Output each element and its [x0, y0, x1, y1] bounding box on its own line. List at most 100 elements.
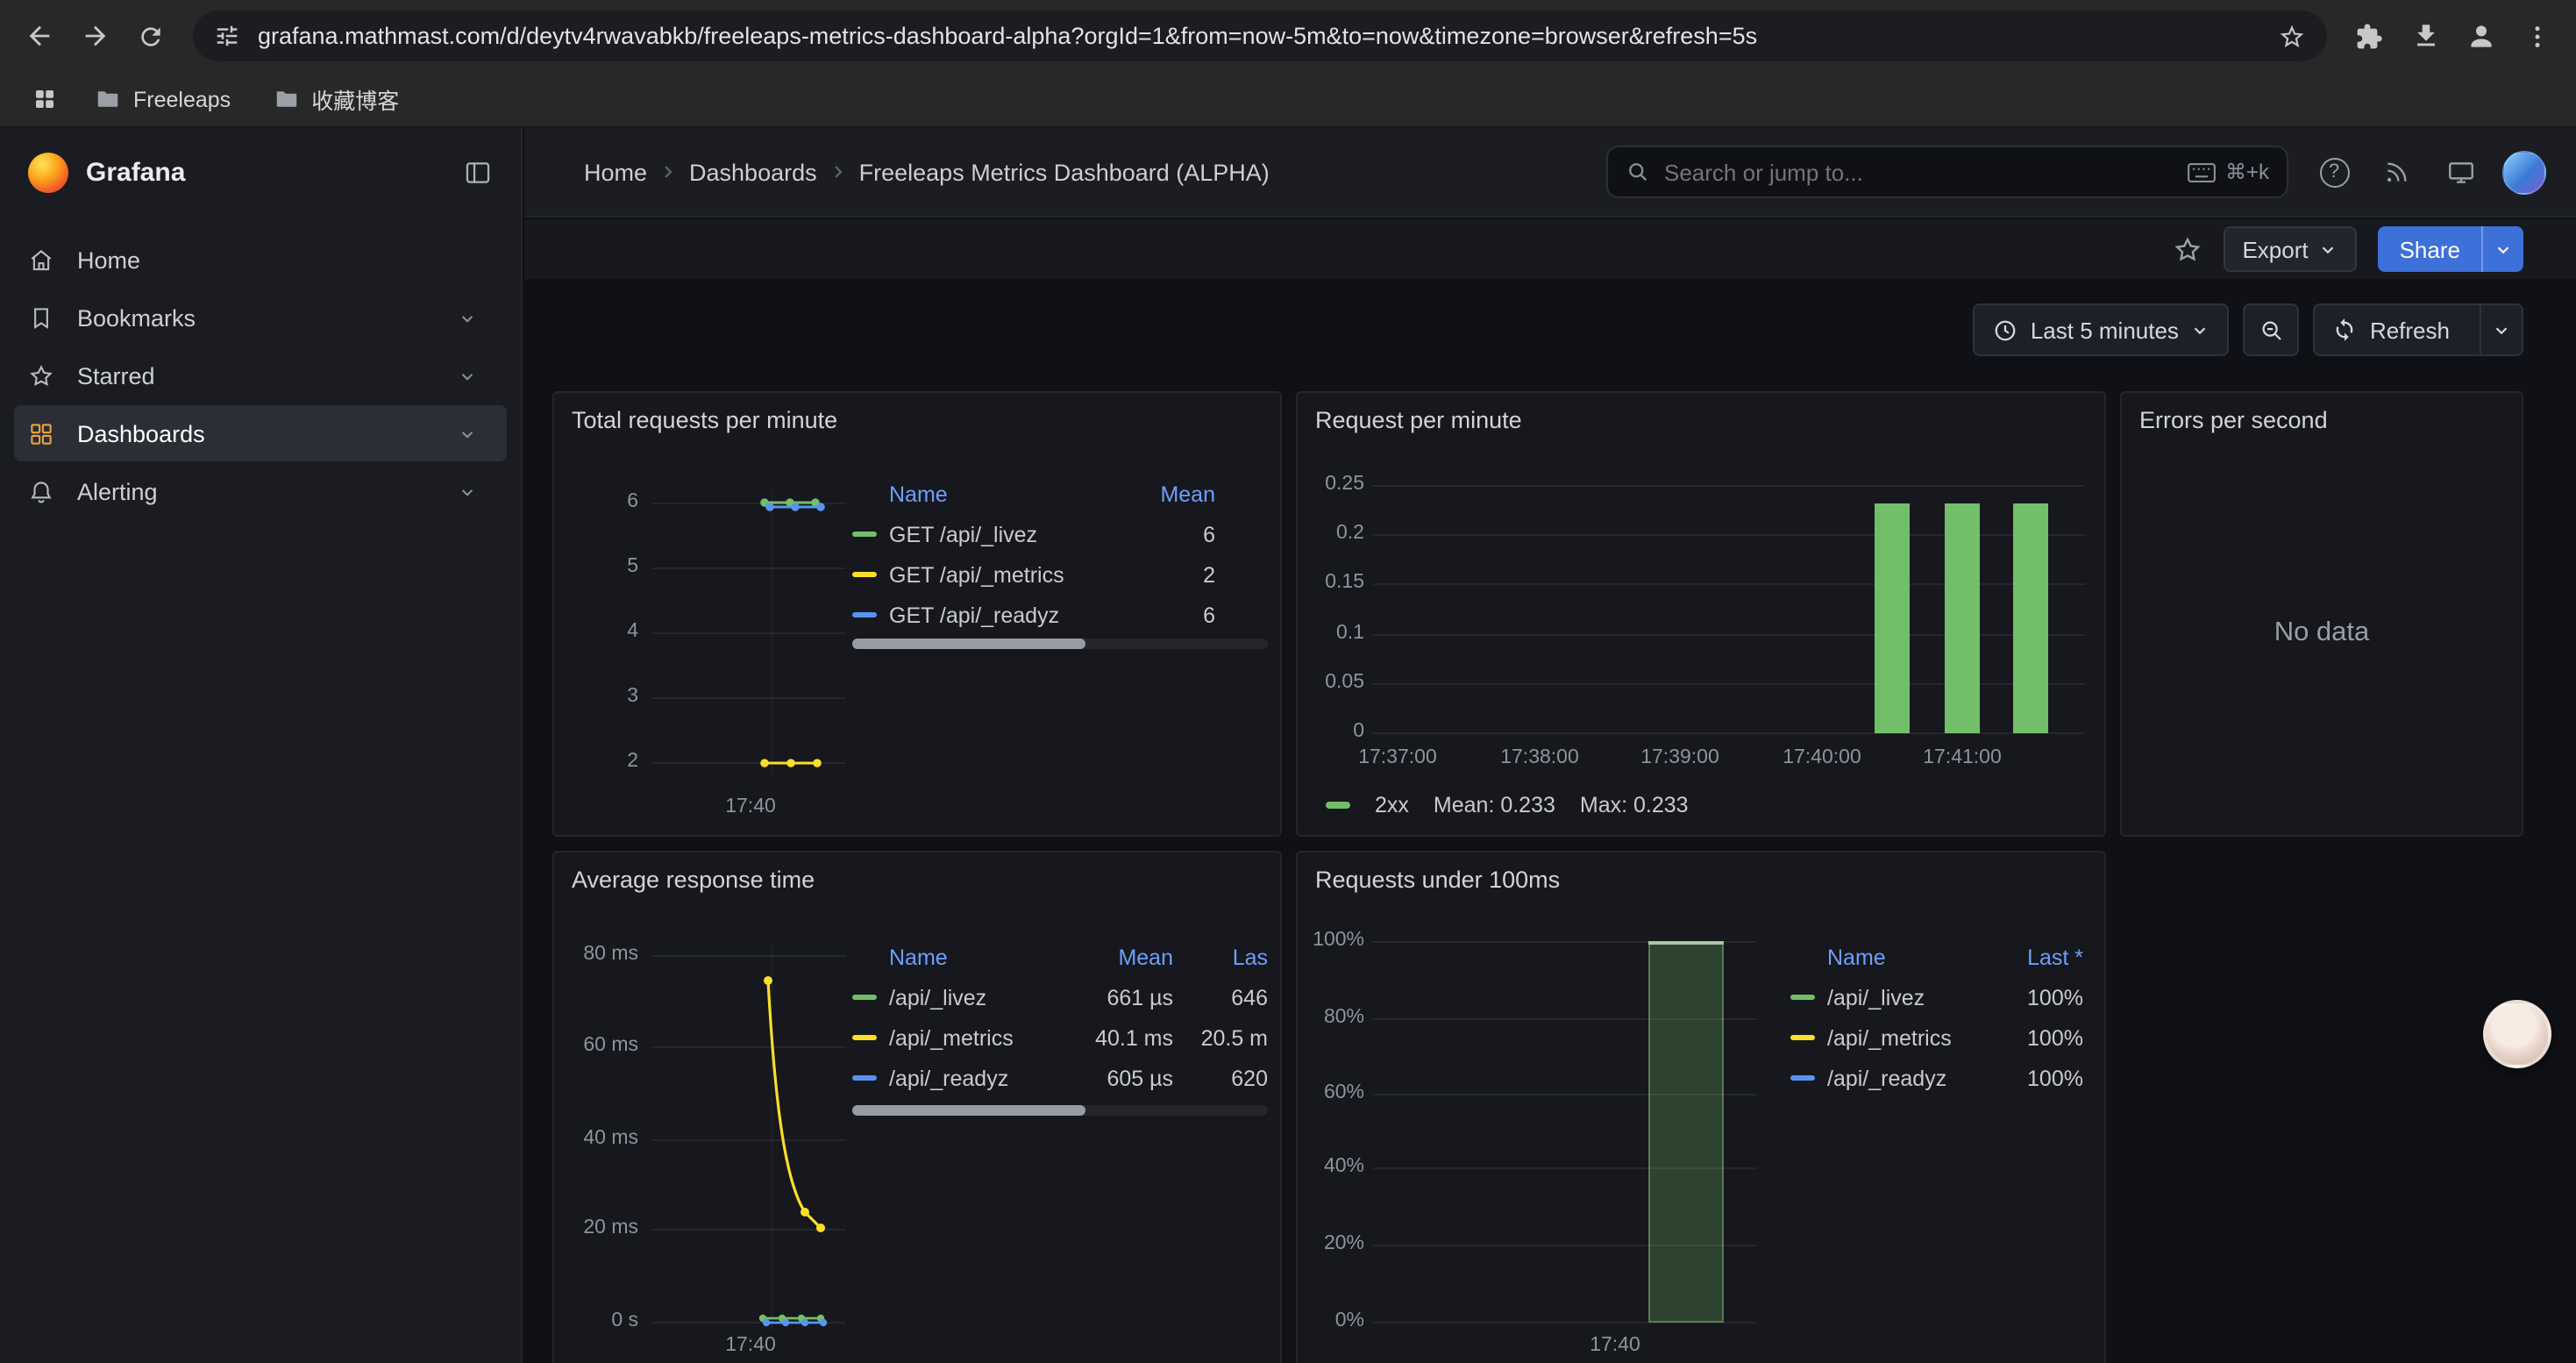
- y-tick: 0.05: [1298, 672, 1364, 693]
- breadcrumb: Home Dashboards Freeleaps Metrics Dashbo…: [584, 159, 1270, 185]
- bookmark-star-icon[interactable]: [2278, 22, 2306, 50]
- sidebar-nav: Home Bookmarks Starred Dashboards: [0, 218, 521, 519]
- legend-row[interactable]: /api/_livez 661 µs 646: [852, 977, 1268, 1017]
- url-bar[interactable]: [193, 11, 2327, 61]
- legend-series-label[interactable]: 2xx: [1375, 793, 1409, 817]
- share-label[interactable]: Share: [2379, 226, 2481, 272]
- news-rss-icon[interactable]: [2373, 147, 2422, 196]
- chevron-down-icon[interactable]: [456, 364, 479, 387]
- folder-icon: [95, 86, 121, 112]
- panel-title[interactable]: Errors per second: [2139, 407, 2328, 433]
- legend-header-row: Name Mean Las: [852, 937, 1268, 977]
- search-shortcut: ⌘+k: [2187, 160, 2269, 184]
- y-tick: 3: [558, 686, 638, 707]
- series-swatch-green: [1326, 803, 1350, 809]
- sidebar-item-dashboards[interactable]: Dashboards: [14, 405, 507, 461]
- y-tick: 0%: [1298, 1310, 1364, 1331]
- bookmark-freeleaps[interactable]: Freeleaps: [81, 79, 245, 119]
- legend-scrollbar[interactable]: [852, 639, 1268, 649]
- bookmark-label: Freeleaps: [133, 87, 231, 111]
- legend-header-row: Name Last *: [1790, 937, 2083, 977]
- legend-row[interactable]: GET /api/_readyz 6: [852, 595, 1268, 635]
- series-swatch-green: [852, 532, 877, 538]
- browser-toolbar: [0, 0, 2576, 72]
- grafana-sidebar: Grafana Home Bookmarks Starred: [0, 128, 523, 1363]
- legend-max: Max: 0.233: [1580, 793, 1689, 817]
- time-range-picker[interactable]: Last 5 minutes: [1973, 303, 2230, 356]
- y-tick: 4: [558, 621, 638, 642]
- legend-header-last[interactable]: Las: [1187, 945, 1268, 969]
- user-avatar[interactable]: [2499, 147, 2548, 196]
- url-input[interactable]: [258, 23, 2260, 49]
- sidebar-item-home[interactable]: Home: [14, 232, 507, 288]
- legend-header-name[interactable]: Name: [889, 482, 1128, 506]
- floating-assistant-avatar[interactable]: [2483, 1000, 2551, 1068]
- chevron-down-icon[interactable]: [456, 306, 479, 329]
- share-button[interactable]: Share: [2379, 226, 2523, 272]
- legend-row[interactable]: GET /api/_livez 6: [852, 514, 1268, 554]
- y-tick: 20 ms: [558, 1217, 638, 1238]
- refresh-button[interactable]: Refresh: [2314, 303, 2523, 356]
- legend-row[interactable]: /api/_livez 100%: [1790, 977, 2083, 1017]
- grafana-logo-icon[interactable]: [28, 153, 68, 193]
- panel-legend: Name Mean Las /api/_livez 661 µs 646 /ap…: [852, 937, 1268, 1098]
- browser-menu-icon[interactable]: [2509, 8, 2565, 64]
- apps-grid-icon[interactable]: [21, 76, 67, 122]
- monitor-icon[interactable]: [2436, 147, 2485, 196]
- y-tick: 0.2: [1298, 523, 1364, 544]
- search-box[interactable]: ⌘+k: [1606, 146, 2288, 198]
- screen: Freeleaps 收藏博客 Grafana Home Bookmarks: [0, 0, 2576, 1363]
- sidebar-item-bookmarks[interactable]: Bookmarks: [14, 289, 507, 346]
- collapse-sidebar-icon[interactable]: [463, 158, 493, 188]
- bookmark-blog[interactable]: 收藏博客: [259, 75, 413, 123]
- favorite-star-icon[interactable]: [2172, 234, 2202, 264]
- x-tick: 17:40: [708, 1335, 793, 1356]
- legend-header-mean[interactable]: Mean: [1064, 945, 1173, 969]
- sidebar-item-starred[interactable]: Starred: [14, 347, 507, 403]
- refresh-main[interactable]: Refresh: [2316, 305, 2467, 354]
- series-swatch-green: [1790, 995, 1815, 1001]
- bookmark-label: 收藏博客: [311, 82, 399, 116]
- profile-avatar-icon[interactable]: [2453, 8, 2509, 64]
- breadcrumb-home[interactable]: Home: [584, 159, 647, 185]
- panel-total-requests-per-minute: Total requests per minute 6 5 4 3 2 17:4…: [552, 391, 1282, 837]
- search-input[interactable]: [1664, 159, 2173, 185]
- search-icon: [1626, 160, 1650, 184]
- clock-icon: [1992, 317, 2018, 343]
- legend-header-last[interactable]: Last *: [2003, 945, 2083, 969]
- y-tick: 0.1: [1298, 623, 1364, 644]
- y-tick: 40 ms: [558, 1128, 638, 1149]
- reload-icon[interactable]: [123, 8, 179, 64]
- y-tick: 2: [558, 751, 638, 772]
- forward-icon[interactable]: [67, 8, 123, 64]
- legend-row[interactable]: /api/_metrics 100%: [1790, 1017, 2083, 1058]
- legend-row[interactable]: /api/_readyz 605 µs 620: [852, 1058, 1268, 1098]
- back-icon[interactable]: [11, 8, 67, 64]
- sidebar-item-alerting[interactable]: Alerting: [14, 463, 507, 519]
- site-settings-icon[interactable]: [214, 23, 240, 49]
- breadcrumb-dashboards[interactable]: Dashboards: [689, 159, 817, 185]
- chevron-down-icon[interactable]: [456, 480, 479, 503]
- chevron-down-icon: [2319, 239, 2338, 259]
- x-tick: 17:38:00: [1484, 747, 1596, 768]
- legend-header-mean[interactable]: Mean: [1128, 482, 1215, 506]
- chevron-down-icon[interactable]: [456, 422, 479, 445]
- zoom-out-button[interactable]: [2244, 303, 2300, 356]
- share-menu-caret[interactable]: [2481, 226, 2523, 272]
- series-swatch-yellow: [1790, 1035, 1815, 1041]
- legend-row[interactable]: /api/_readyz 100%: [1790, 1058, 2083, 1098]
- extensions-icon[interactable]: [2341, 8, 2397, 64]
- legend-row[interactable]: GET /api/_metrics 2: [852, 554, 1268, 595]
- help-icon[interactable]: ?: [2309, 147, 2359, 196]
- legend-scrollbar[interactable]: [852, 1105, 1268, 1116]
- export-button[interactable]: Export: [2223, 226, 2357, 272]
- grafana-header: Home Dashboards Freeleaps Metrics Dashbo…: [524, 128, 2576, 218]
- downloads-icon[interactable]: [2397, 8, 2453, 64]
- x-tick: 17:41:00: [1906, 747, 2018, 768]
- legend-header-name[interactable]: Name: [1827, 945, 2003, 969]
- legend-header-name[interactable]: Name: [889, 945, 1064, 969]
- series-swatch-blue: [852, 1075, 877, 1081]
- legend-row[interactable]: /api/_metrics 40.1 ms 20.5 m: [852, 1017, 1268, 1058]
- panel-average-response-time: Average response time 80 ms 60 ms 40 ms …: [552, 851, 1282, 1363]
- refresh-interval-caret[interactable]: [2480, 305, 2522, 354]
